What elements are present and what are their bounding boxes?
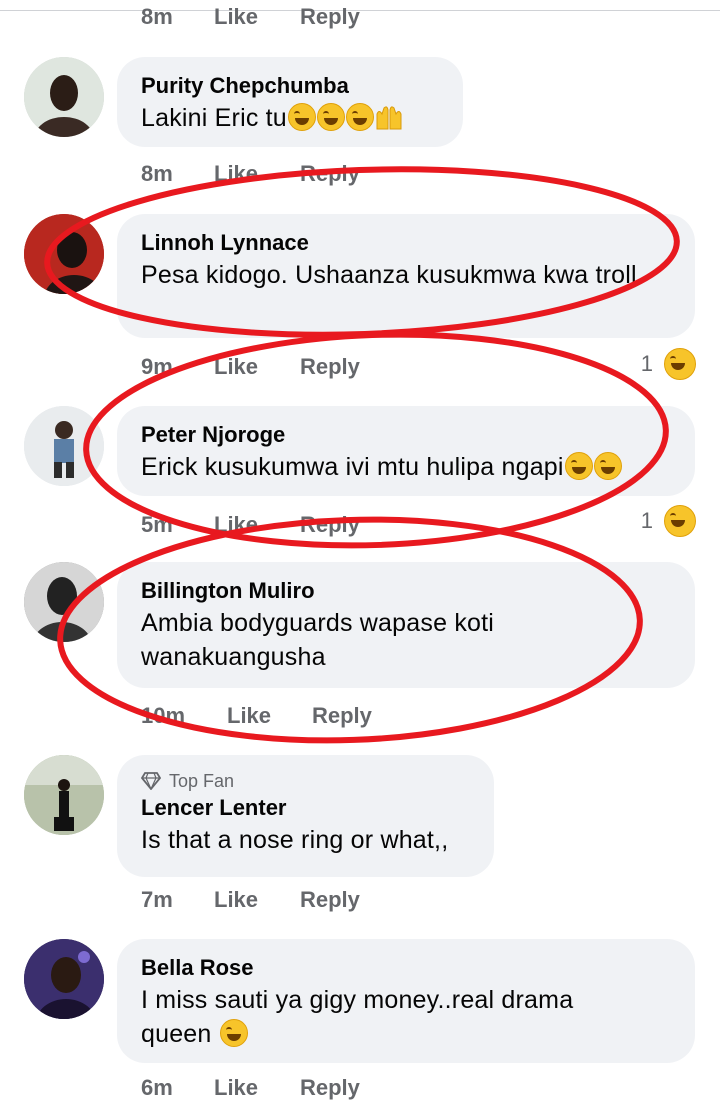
comment-time: 10m [141,703,186,728]
like-button[interactable]: Like [214,354,258,380]
avatar[interactable] [24,406,104,486]
rofl-emoji [219,1019,248,1047]
avatar[interactable] [24,939,104,1019]
reply-button[interactable]: Reply [300,4,360,30]
comment-bubble: Linnoh Lynnace Pesa kidogo. Ushaanza kus… [117,214,695,338]
reply-button[interactable]: Reply [300,161,360,187]
commenter-name[interactable]: Lencer Lenter [141,793,470,823]
grin-emoji [564,452,593,480]
comment-meta-row: 6m Like Reply [0,1075,720,1105]
comment-text: Erick kusukumwa ivi mtu hulipa ngapi [141,450,671,484]
comment-time: 5m [141,512,173,537]
comment-bubble: Top Fan Lencer Lenter Is that a nose rin… [117,755,494,877]
comment-meta-row: 5m Like Reply [0,512,720,542]
diamond-icon [141,772,161,790]
commenter-name[interactable]: Bella Rose [141,953,671,983]
reaction-count: 1 [640,508,653,533]
commenter-name[interactable]: Billington Muliro [141,576,671,606]
comment-bubble: Bella Rose I miss sauti ya gigy money..r… [117,939,695,1063]
reply-button[interactable]: Reply [312,703,372,729]
reply-button[interactable]: Reply [300,1075,360,1101]
avatar[interactable] [24,755,104,835]
comment-meta-row: 7m Like Reply [0,887,720,917]
comment-meta-row: 8m Like Reply [0,161,720,191]
comment-time: 9m [141,354,173,379]
comment-bubble: Peter Njoroge Erick kusukumwa ivi mtu hu… [117,406,695,496]
rofl-emoji [287,103,316,131]
comment-text: Lakini Eric tu [141,101,439,135]
rofl-emoji [345,103,374,131]
avatar[interactable] [24,57,104,137]
reaction-count: 1 [640,351,653,376]
commenter-name[interactable]: Linnoh Lynnace [141,228,671,258]
top-fan-label: Top Fan [169,771,235,791]
reply-button[interactable]: Reply [300,512,360,538]
laugh-reaction-icon [664,348,696,380]
avatar[interactable] [24,214,104,294]
reaction-summary[interactable]: 1 [641,505,696,537]
laugh-reaction-icon [664,505,696,537]
like-button[interactable]: Like [214,512,258,538]
comment-time: 8m [141,4,173,29]
like-button[interactable]: Like [227,703,271,729]
comment-text: Is that a nose ring or what,, [141,826,449,854]
comment-bubble: Billington Muliro Ambia bodyguards wapas… [117,562,695,688]
reply-button[interactable]: Reply [300,887,360,913]
rofl-emoji [316,103,345,131]
comment-time: 8m [141,161,173,186]
comment-text: Pesa kidogo. Ushaanza kusukmwa kwa troll [141,261,637,289]
laugh-emoji [593,452,622,480]
comment-meta-row: 10m Like Reply [0,703,720,733]
like-button[interactable]: Like [214,1075,258,1101]
comment-time: 7m [141,887,173,912]
reply-button[interactable]: Reply [300,354,360,380]
raised-hands-emoji [376,106,402,130]
like-button[interactable]: Like [214,4,258,30]
comment-meta-row: 9m Like Reply [0,354,720,388]
like-button[interactable]: Like [214,887,258,913]
comment-text: Ambia bodyguards wapase koti wanakuangus… [141,609,495,671]
comment-meta-row-top: 8m Like Reply [0,4,720,34]
commenter-name[interactable]: Purity Chepchumba [141,71,439,101]
comment-time: 6m [141,1075,173,1100]
top-fan-badge: Top Fan [141,769,470,793]
commenter-name[interactable]: Peter Njoroge [141,420,671,450]
comment-text: I miss sauti ya gigy money..real drama q… [141,986,574,1048]
like-button[interactable]: Like [214,161,258,187]
reaction-summary[interactable]: 1 [641,348,696,380]
avatar[interactable] [24,562,104,642]
comment-bubble: Purity Chepchumba Lakini Eric tu [117,57,463,147]
